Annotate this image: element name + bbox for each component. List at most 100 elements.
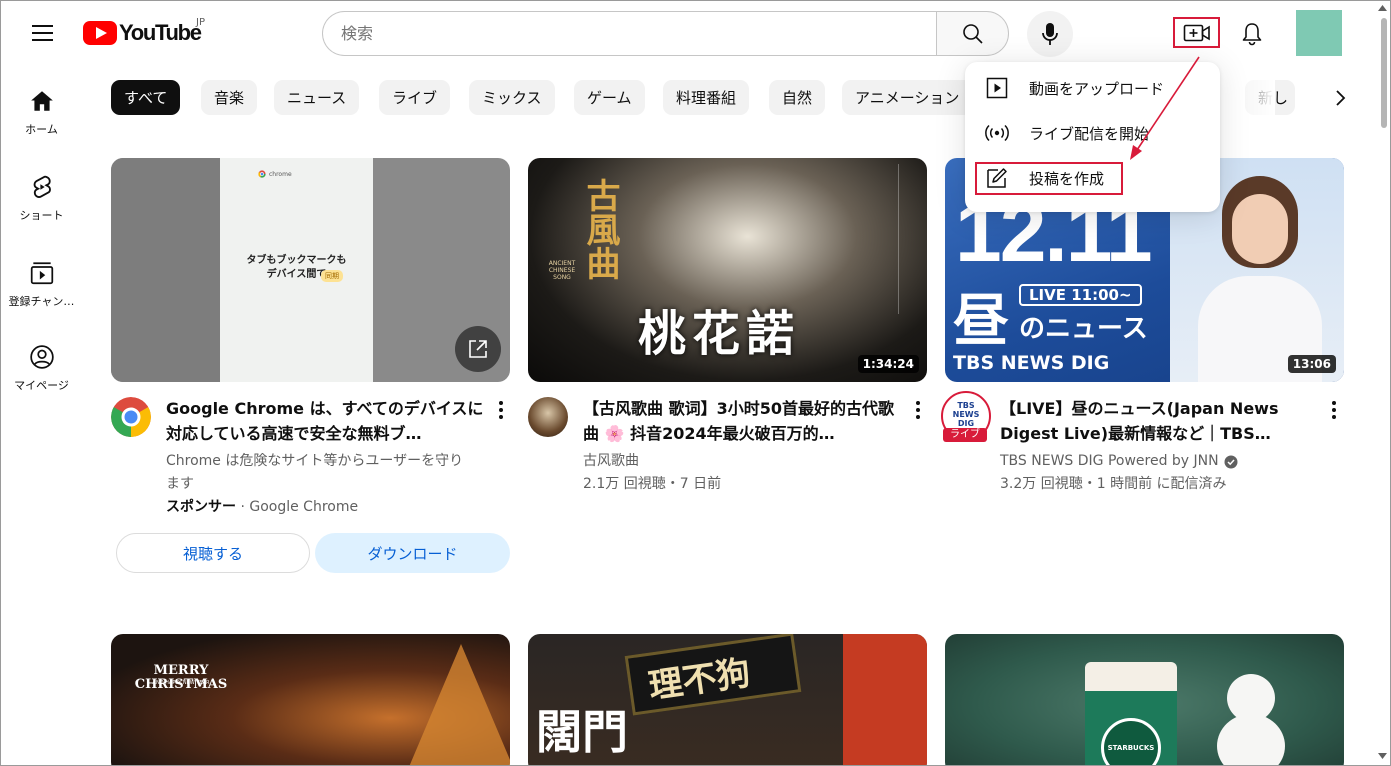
sidebar-item-home[interactable]: ホーム [0,88,83,137]
verified-icon [1224,455,1238,468]
menu-button[interactable] [22,16,62,50]
channel-line: TBS NEWS DIG Powered by JNN [1000,450,1238,473]
chevron-right-icon [1336,89,1346,106]
menu-item-create-post[interactable]: 投稿を作成 [965,156,1220,200]
chip-live[interactable]: ライブ [379,80,451,115]
chip-cooking[interactable]: 料理番組 [663,80,750,115]
external-link-button[interactable] [455,326,501,372]
youtube-logo[interactable]: YouTube [83,20,202,46]
search-icon [962,23,983,44]
sidebar-item-shorts[interactable]: ショート [0,174,83,223]
video-title[interactable]: 【LIVE】昼のニュース(Japan News Digest Live)最新情報… [1000,396,1318,446]
live-broadcast-icon [985,124,1009,142]
ad-description: Chrome は危険なサイト等からユーザーを守ります [166,453,464,492]
sponsor-label: スポンサー [166,499,236,515]
watch-button[interactable]: 視聴する [116,533,310,573]
live-badge: ライブ [943,428,987,442]
shorts-icon [33,175,51,198]
video-stats: 2.1万 回視聴・7 日前 [583,476,722,492]
starbucks-cup: STARBUCKS [1085,662,1177,766]
chrome-logo-icon [111,397,151,437]
logo-text: YouTube [119,20,202,45]
chip-game[interactable]: ゲーム [574,80,645,115]
channel-name[interactable]: TBS NEWS DIG Powered by JNN [1000,450,1219,473]
sidebar-item-subscriptions[interactable]: 登録チャン… [0,260,83,309]
chip-all[interactable]: すべて [111,80,181,115]
more-options-button[interactable] [490,395,512,425]
sidebar-label: ショート [19,209,64,222]
thumb-footer: TBS NEWS DIG [953,352,1110,374]
scroll-up-icon [1378,5,1387,11]
menu-item-label: ライブ配信を開始 [1029,124,1150,143]
video-thumbnail[interactable]: 理不狗 闊門 [528,634,927,766]
search-input[interactable] [341,24,937,43]
menu-item-upload-video[interactable]: 動画をアップロード [965,66,1220,110]
thumb-christmas-sub: AND HAPPY NEW YEAR [152,680,210,686]
chrome-channel-avatar[interactable] [111,397,151,437]
menu-item-label: 投稿を作成 [1029,169,1105,188]
menu-item-label: 動画をアップロード [1029,79,1165,98]
microphone-icon [1042,23,1058,45]
chip-news[interactable]: ニュース [274,80,360,115]
region-code: JP [196,17,205,28]
voice-search-button[interactable] [1027,11,1073,57]
ad-thumbnail[interactable]: chrome タブもブックマークも デバイス間で 同期 [111,158,510,382]
user-circle-icon [29,345,54,369]
account-avatar[interactable] [1296,10,1342,56]
search-box [322,11,937,56]
starbucks-text: STARBUCKS [1107,744,1155,752]
video-duration: 13:06 [1287,355,1336,373]
video-stats: 3.2万 回視聴・1 時間前 に配信済み [1000,476,1227,492]
create-post-icon [987,168,1007,188]
thumb-big-title: 桃花諾 [638,306,801,362]
video-title[interactable]: Google Chrome は、すべてのデバイスに対応している高速で安全な無料ブ… [166,396,496,446]
thumb-song-label: ANCIENT CHINESE SONG [548,260,576,281]
ad-sync-badge: 同期 [321,270,343,282]
download-button[interactable]: ダウンロード [315,533,510,573]
scroll-down-icon [1378,753,1387,759]
channel-name[interactable]: 古风歌曲 [583,450,639,473]
video-title[interactable]: 【古风歌曲 歌词】3小时50首最好的古代歌曲 🌸 抖音2024年最火破百万的… [583,396,898,446]
upload-video-icon [986,77,1008,99]
sponsor-name: · Google Chrome [240,499,359,515]
scrollbar-thumb[interactable] [1381,18,1387,128]
sidebar-label: マイページ [14,379,69,392]
chip-fade [1225,74,1275,122]
video-thumbnail[interactable]: MERRY CHRISTMAS AND HAPPY NEW YEAR [111,634,510,766]
more-options-button[interactable] [907,395,929,425]
create-button[interactable] [1173,17,1220,48]
create-video-icon [1183,24,1210,41]
video-duration: 1:34:24 [857,355,919,373]
chip-mix[interactable]: ミックス [469,80,555,115]
sidebar-label: 登録チャン… [8,295,75,308]
bell-icon [1242,23,1262,46]
external-link-icon [469,340,487,358]
chrome-mini-icon [258,170,266,178]
menu-item-go-live[interactable]: ライブ配信を開始 [965,111,1220,155]
chip-nature[interactable]: 自然 [769,80,826,115]
chip-animation[interactable]: アニメーション [842,80,973,115]
video-thumbnail[interactable]: STARBUCKS [945,634,1344,766]
channel-avatar[interactable] [528,397,568,437]
notifications-button[interactable] [1232,14,1272,54]
sponsor-line: スポンサー · Google Chrome [166,496,358,519]
ad-thumb-text: タブもブックマークも デバイス間で [246,255,347,280]
create-menu: 動画をアップロード ライブ配信を開始 投稿を作成 [965,62,1220,212]
search-button[interactable] [936,11,1009,56]
ad-brand: chrome [269,170,292,178]
home-icon [30,91,53,111]
more-options-button[interactable] [1323,395,1345,425]
subscriptions-icon [30,262,53,285]
sidebar-label: ホーム [25,123,58,136]
thumb-kanji: 昼 [953,289,1009,354]
thumb-title: 闊門 [536,705,628,759]
ad-phone-screen: chrome タブもブックマークも デバイス間で 同期 [220,158,373,382]
video-thumbnail[interactable]: 古風曲 ANCIENT CHINESE SONG 桃花諾 1:34:24 [528,158,927,382]
tbs-avatar-text: TBS NEWS DIG [952,401,980,428]
chips-next-button[interactable] [1322,80,1358,115]
thumb-christmas-text: MERRY CHRISTMAS [134,663,228,692]
sidebar-item-my-page[interactable]: マイページ [0,344,83,393]
thumb-news-text: のニュース [1019,314,1148,344]
chip-music[interactable]: 音楽 [201,80,258,115]
thumb-live-time: LIVE 11:00~ [1019,284,1142,306]
